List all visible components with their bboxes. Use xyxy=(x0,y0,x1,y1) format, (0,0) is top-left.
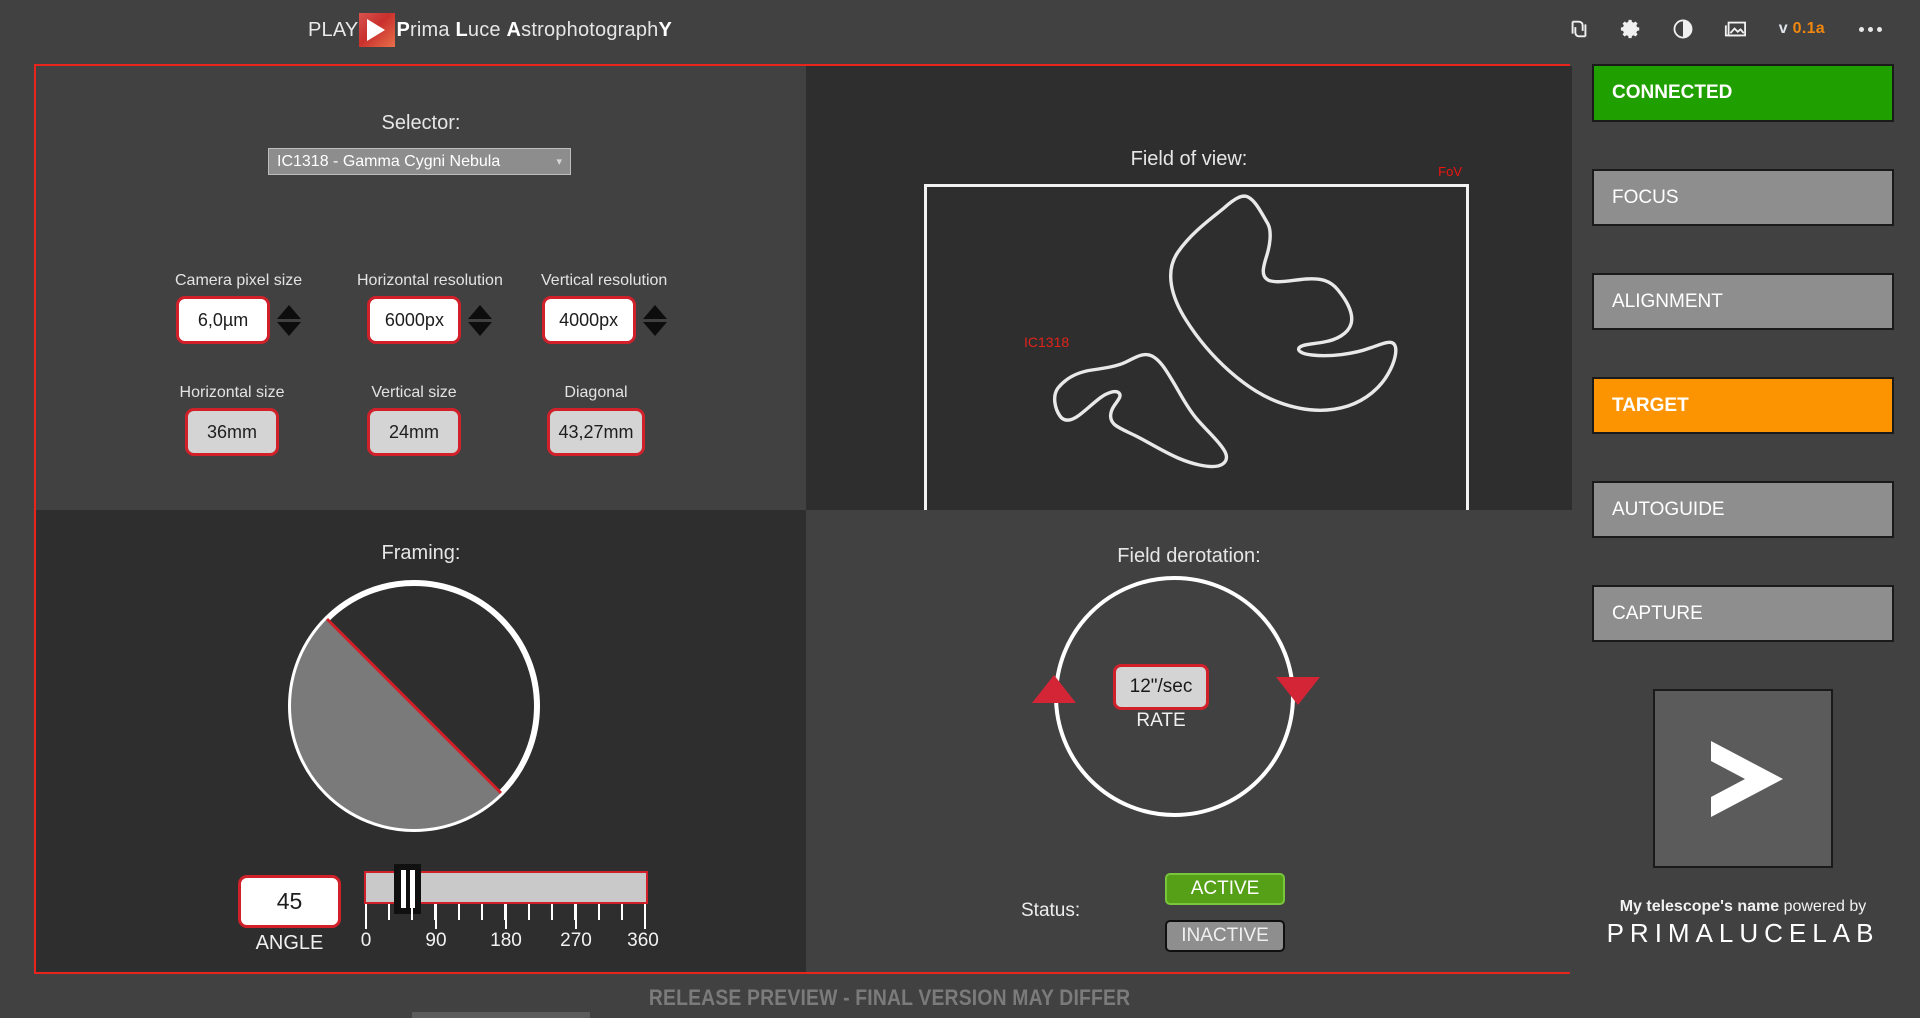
field-derotation-panel: Field derotation: 12"/sec RATE Status: A… xyxy=(806,510,1572,972)
brand-play-text: PLAY xyxy=(308,19,358,42)
framing-title: Framing: xyxy=(36,542,806,565)
selector-panel: Selector: IC1318 - Gamma Cygni Nebula ▾ … xyxy=(36,66,806,510)
sidebar-footer: My telescope's name powered by PRIMALUCE… xyxy=(1592,898,1894,949)
version-prefix: v xyxy=(1779,20,1788,37)
powered-by-text: powered by xyxy=(1779,898,1866,915)
triangle-down-icon[interactable] xyxy=(468,322,492,336)
brand-l: L xyxy=(455,19,467,41)
framing-panel: Framing: 45 ANGLE xyxy=(36,510,806,972)
vertical-size-label: Vertical size xyxy=(358,384,470,402)
sidebar-item-alignment[interactable]: ALIGNMENT xyxy=(1592,273,1894,330)
triangle-up-icon[interactable] xyxy=(643,305,667,319)
primalucelab-wordmark: PRIMALUCELAB xyxy=(1592,918,1894,949)
title-bar-tools: v 0.1a xyxy=(1553,0,1894,58)
horizontal-resolution-group: Horizontal resolution 6000px xyxy=(357,272,503,344)
field-of-view-panel: Field of view: FoV IC1318 xyxy=(806,66,1572,510)
derotation-rate-caption: RATE xyxy=(1113,710,1209,732)
brand-title-text: Prima Luce AstrophotographY xyxy=(396,19,672,42)
chevron-down-icon: ▾ xyxy=(556,155,562,168)
angle-slider-labels: 0 90 180 270 360 xyxy=(364,930,648,954)
target-selector-dropdown[interactable]: IC1318 - Gamma Cygni Nebula ▾ xyxy=(268,148,571,175)
app-window: PLAY Prima Luce AstrophotographY xyxy=(0,0,1920,1018)
horizontal-size-label: Horizontal size xyxy=(176,384,288,402)
vertical-resolution-label: Vertical resolution xyxy=(541,272,667,290)
angle-slider-track[interactable] xyxy=(364,871,648,904)
vertical-resolution-input[interactable]: 4000px xyxy=(542,296,636,344)
currency-shekel-icon[interactable] xyxy=(1553,7,1605,51)
sidebar-item-connected[interactable]: CONNECTED xyxy=(1592,64,1894,122)
triangle-up-icon[interactable] xyxy=(1032,675,1076,703)
tick-label-0: 0 xyxy=(361,930,372,952)
nebula-outline-graphic xyxy=(806,66,1572,510)
vertical-resolution-group: Vertical resolution 4000px xyxy=(541,272,667,344)
vertical-size-group: Vertical size 24mm xyxy=(358,384,470,456)
sidebar-item-target[interactable]: TARGET xyxy=(1592,377,1894,434)
tick-label-270: 270 xyxy=(560,930,592,952)
title-bar: PLAY Prima Luce AstrophotographY xyxy=(0,0,1920,58)
vertical-size-value: 24mm xyxy=(367,408,461,456)
ellipsis-icon[interactable] xyxy=(1847,27,1894,32)
sidebar-logo-box xyxy=(1653,689,1833,868)
gear-icon[interactable] xyxy=(1605,7,1657,51)
triangle-down-icon[interactable] xyxy=(277,322,301,336)
chevron-right-logo-icon xyxy=(1687,723,1799,835)
sidebar-item-focus[interactable]: FOCUS xyxy=(1592,169,1894,226)
triangle-down-icon[interactable] xyxy=(643,322,667,336)
angle-slider-ticks xyxy=(364,904,648,930)
diagonal-label: Diagonal xyxy=(538,384,654,402)
tick-label-180: 180 xyxy=(490,930,522,952)
camera-pixel-size-label: Camera pixel size xyxy=(175,272,302,290)
bottom-tab-indicator xyxy=(412,1012,590,1018)
brand-uce: uce xyxy=(468,19,507,41)
status-active-button[interactable]: ACTIVE xyxy=(1165,873,1285,905)
diagonal-value: 43,27mm xyxy=(547,408,645,456)
horizontal-resolution-stepper[interactable] xyxy=(468,305,492,336)
selector-value: IC1318 - Gamma Cygni Nebula xyxy=(277,153,500,171)
angle-caption: ANGLE xyxy=(238,932,341,955)
tick-label-360: 360 xyxy=(627,930,659,952)
brand-rima: rima xyxy=(410,19,455,41)
field-derotation-title: Field derotation: xyxy=(806,545,1572,568)
brand-a: A xyxy=(507,19,522,41)
version-number: 0.1a xyxy=(1793,20,1825,37)
sidebar: CONNECTED FOCUS ALIGNMENT TARGET AUTOGUI… xyxy=(1592,64,1894,984)
telescope-name: My telescope's name xyxy=(1620,898,1779,915)
release-preview-text: RELEASE PREVIEW - FINAL VERSION MAY DIFF… xyxy=(649,985,1130,1011)
vertical-resolution-stepper[interactable] xyxy=(643,305,667,336)
triangle-up-icon[interactable] xyxy=(468,305,492,319)
sidebar-item-autoguide[interactable]: AUTOGUIDE xyxy=(1592,481,1894,538)
horizontal-resolution-input[interactable]: 6000px xyxy=(367,296,461,344)
diagonal-group: Diagonal 43,27mm xyxy=(538,384,654,456)
camera-pixel-size-group: Camera pixel size 6,0µm xyxy=(175,272,302,344)
horizontal-resolution-label: Horizontal resolution xyxy=(357,272,503,290)
derotation-rate-value: 12"/sec xyxy=(1113,664,1209,710)
image-gallery-icon[interactable] xyxy=(1709,7,1761,51)
brand-strophotograph: strophotograph xyxy=(521,19,658,41)
camera-pixel-size-input[interactable]: 6,0µm xyxy=(176,296,270,344)
release-preview-banner: RELEASE PREVIEW - FINAL VERSION MAY DIFF… xyxy=(0,978,1920,1018)
triangle-up-icon[interactable] xyxy=(277,305,301,319)
horizontal-size-group: Horizontal size 36mm xyxy=(176,384,288,456)
brand-p: P xyxy=(396,19,410,41)
framing-angle-dial[interactable] xyxy=(284,576,544,836)
selector-title: Selector: xyxy=(36,112,806,135)
telescope-name-line: My telescope's name powered by xyxy=(1592,898,1894,916)
angle-slider[interactable]: 0 90 180 270 360 xyxy=(364,871,648,954)
tick-label-90: 90 xyxy=(425,930,446,952)
contrast-icon[interactable] xyxy=(1657,7,1709,51)
derotation-status-label: Status: xyxy=(1021,900,1080,922)
main-content: Selector: IC1318 - Gamma Cygni Nebula ▾ … xyxy=(34,64,1570,974)
angle-input[interactable]: 45 xyxy=(238,875,341,928)
camera-pixel-size-stepper[interactable] xyxy=(277,305,301,336)
app-brand: PLAY Prima Luce AstrophotographY xyxy=(308,13,672,47)
chevron-right-logo-icon xyxy=(359,13,395,47)
triangle-down-icon[interactable] xyxy=(1276,677,1320,705)
version-label: v 0.1a xyxy=(1779,20,1825,38)
sidebar-item-capture[interactable]: CAPTURE xyxy=(1592,585,1894,642)
brand-y: Y xyxy=(659,19,673,41)
status-inactive-button[interactable]: INACTIVE xyxy=(1165,920,1285,952)
horizontal-size-value: 36mm xyxy=(185,408,279,456)
